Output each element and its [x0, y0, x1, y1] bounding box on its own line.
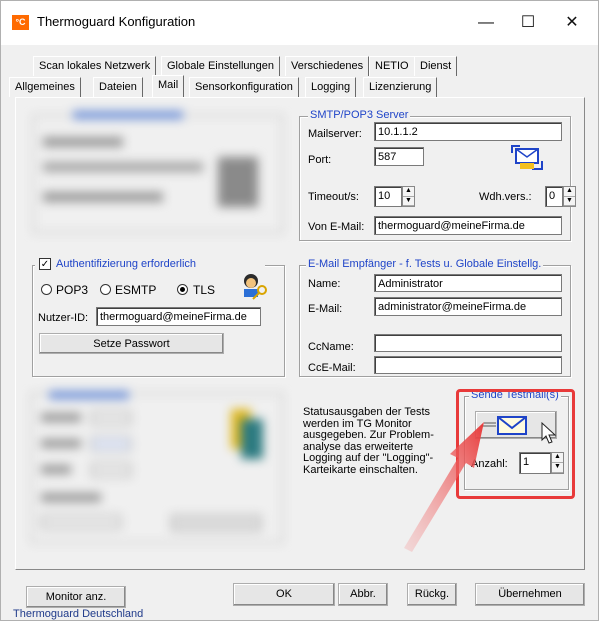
mailserver-input[interactable]: 10.1.1.2 — [374, 122, 562, 141]
title-bar: °C Thermoguard Konfiguration — ☐ ✕ — [1, 1, 598, 45]
radio-pop3[interactable] — [41, 284, 52, 295]
from-email-input[interactable]: thermoguard@meineFirma.de — [374, 216, 562, 235]
tab-verschiedenes[interactable]: Verschiedenes — [285, 56, 370, 76]
wdh-input[interactable]: 0 — [545, 186, 563, 207]
blurred-group-top — [33, 107, 283, 237]
tab-mail[interactable]: Mail — [152, 75, 185, 98]
radio-pop3-label: POP3 — [56, 283, 89, 297]
ccemail-label: CcE-Mail: — [308, 362, 356, 374]
tab-allgemeines[interactable]: Allgemeines — [9, 77, 81, 97]
user-id-input[interactable]: thermoguard@meineFirma.de — [96, 307, 261, 326]
thermoguard-app-icon: °C — [12, 15, 29, 30]
tab-row-1: Scan lokales Netzwerk Globale Einstellun… — [33, 56, 513, 76]
blurred-group-bottom — [31, 389, 283, 547]
auth-checkbox[interactable]: ✓ — [39, 258, 51, 270]
radio-esmtp[interactable] — [100, 284, 111, 295]
smtp-group-title: SMTP/POP3 Server — [308, 109, 411, 121]
minimize-button[interactable]: — — [465, 7, 507, 39]
highlight-arrow-icon — [404, 422, 484, 552]
email-label: E-Mail: — [308, 303, 343, 315]
window-title: Thermoguard Konfiguration — [37, 14, 196, 29]
ccname-input[interactable] — [374, 334, 562, 352]
ccname-label: CcName: — [308, 341, 354, 353]
monitor-button[interactable]: Monitor anz. — [26, 586, 126, 608]
auth-checkbox-label: Authentifizierung erforderlich — [56, 258, 197, 270]
radio-esmtp-label: ESMTP — [115, 283, 157, 297]
footer-company-text: Thermoguard Deutschland — [13, 608, 144, 620]
auth-checkbox-row[interactable]: ✓ Authentifizierung erforderlich — [35, 257, 265, 271]
user-key-icon — [244, 274, 267, 300]
mailserver-label: Mailserver: — [308, 128, 362, 140]
recipient-group-title: E-Mail Empfänger - f. Tests u. Globale E… — [306, 258, 544, 270]
tab-scan-lokales-netzwerk[interactable]: Scan lokales Netzwerk — [33, 56, 157, 76]
maximize-button[interactable]: ☐ — [507, 7, 549, 39]
ok-button[interactable]: OK — [233, 583, 335, 606]
user-id-label: Nutzer-ID: — [38, 312, 89, 324]
tab-row-2: Allgemeines Dateien Mail Sensorkonfigura… — [9, 75, 509, 98]
tab-logging[interactable]: Logging — [305, 77, 357, 97]
timeout-input[interactable]: 10 — [374, 186, 402, 207]
ccemail-input[interactable] — [374, 356, 562, 374]
timeout-label: Timeout/s: — [308, 191, 359, 203]
uebernehmen-button[interactable]: Übernehmen — [475, 583, 585, 606]
radio-tls-label: TLS — [193, 283, 216, 297]
name-input[interactable]: Administrator — [374, 274, 562, 292]
close-button[interactable]: ✕ — [551, 7, 593, 39]
port-label: Port: — [308, 154, 332, 166]
wdh-label: Wdh.vers.: — [479, 191, 532, 203]
abbr-button[interactable]: Abbr. — [338, 583, 388, 606]
wdh-spinner[interactable]: ▲ ▼ — [563, 186, 576, 207]
from-email-label: Von E-Mail: — [308, 221, 365, 233]
email-input[interactable]: administrator@meineFirma.de — [374, 297, 562, 316]
radio-tls[interactable] — [177, 284, 188, 295]
tab-dienst[interactable]: Dienst — [414, 56, 458, 76]
timeout-spinner[interactable]: ▲ ▼ — [402, 186, 415, 207]
tab-sensorkonfiguration[interactable]: Sensorkonfiguration — [189, 77, 299, 97]
rueckg-button[interactable]: Rückg. — [407, 583, 457, 606]
name-label: Name: — [308, 278, 341, 290]
port-input[interactable]: 587 — [374, 147, 424, 166]
tab-lizenzierung[interactable]: Lizenzierung — [363, 77, 438, 97]
tab-globale-einstellungen[interactable]: Globale Einstellungen — [161, 56, 281, 76]
mail-server-icon — [511, 145, 543, 170]
config-window: °C Thermoguard Konfiguration — ☐ ✕ Scan … — [0, 0, 599, 621]
tab-netio[interactable]: NETIO — [369, 56, 415, 76]
tab-dateien[interactable]: Dateien — [93, 77, 143, 97]
set-password-button[interactable]: Setze Passwort — [39, 333, 224, 354]
